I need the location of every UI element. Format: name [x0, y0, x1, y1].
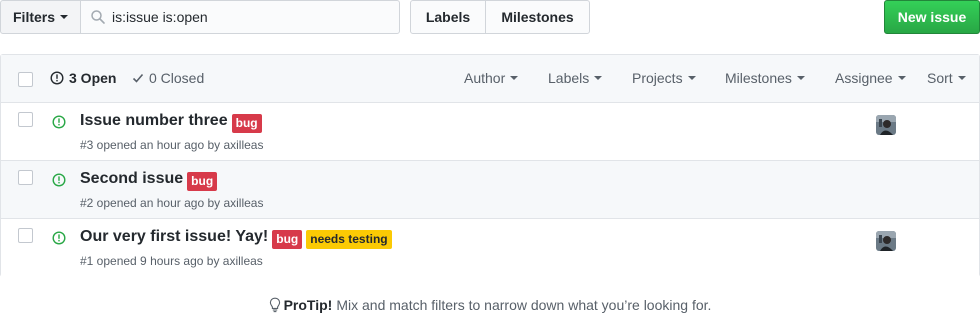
issues-list: 3 Open 0 Closed Author Labels Projects M… [0, 54, 980, 277]
chevron-down-icon [510, 76, 519, 80]
projects-filter[interactable]: Projects [632, 70, 696, 86]
label-bug[interactable]: bug [272, 230, 303, 249]
closed-count: 0 Closed [149, 70, 205, 86]
issue-checkbox[interactable] [18, 112, 33, 127]
open-count: 3 Open [69, 70, 117, 86]
milestones-filter[interactable]: Milestones [725, 70, 805, 86]
issue-checkbox[interactable] [18, 170, 33, 185]
closed-issues-tab[interactable]: 0 Closed [132, 70, 204, 86]
open-issues-tab[interactable]: 3 Open [50, 70, 116, 86]
protip: ProTip! Mix and match filters to narrow … [0, 297, 980, 313]
issue-title-link[interactable]: Our very first issue! Yay! [80, 228, 268, 246]
search-icon [91, 10, 105, 24]
author-filter[interactable]: Author [464, 70, 519, 86]
milestones-button-label: Milestones [501, 9, 574, 25]
chevron-down-icon [796, 76, 805, 80]
issue-meta: #3 opened an hour ago by axilleas [80, 138, 264, 152]
issue-row: Issue number three bug #3 opened an hour… [1, 103, 979, 161]
label-bug[interactable]: bug [187, 172, 218, 191]
new-issue-button[interactable]: New issue [884, 0, 980, 34]
check-icon [132, 73, 144, 83]
label-needs-testing[interactable]: needs testing [306, 230, 392, 249]
issue-opened-icon [52, 231, 66, 245]
issue-opened-icon [50, 71, 64, 85]
labels-filter-label: Labels [548, 70, 590, 86]
chevron-down-icon [594, 76, 603, 80]
filters-button[interactable]: Filters [0, 0, 81, 34]
light-bulb-icon [269, 297, 280, 313]
protip-label: ProTip! [283, 297, 333, 313]
issue-opened-icon [52, 173, 66, 187]
issue-opened-icon [52, 115, 66, 129]
assignee-filter[interactable]: Assignee [835, 70, 906, 86]
chevron-down-icon [687, 76, 696, 80]
assignee-avatar[interactable] [876, 115, 896, 135]
chevron-down-icon [897, 76, 906, 80]
projects-filter-label: Projects [632, 70, 683, 86]
chevron-down-icon [957, 76, 966, 80]
issue-title-link[interactable]: Issue number three [80, 112, 228, 130]
issue-checkbox[interactable] [18, 228, 33, 243]
chevron-down-icon [60, 15, 69, 19]
labels-button-label: Labels [425, 9, 471, 25]
protip-text: Mix and match filters to narrow down wha… [336, 297, 712, 313]
search-field[interactable] [80, 0, 400, 34]
new-issue-label: New issue [897, 9, 967, 25]
author-filter-label: Author [464, 70, 506, 86]
issues-list-header: 3 Open 0 Closed Author Labels Projects M… [1, 55, 979, 103]
assignee-avatar[interactable] [876, 231, 896, 251]
sort-filter-label: Sort [927, 70, 953, 86]
search-input[interactable] [112, 9, 392, 25]
labels-filter[interactable]: Labels [548, 70, 603, 86]
issue-meta: #1 opened 9 hours ago by axilleas [80, 254, 263, 268]
sort-filter[interactable]: Sort [927, 70, 966, 86]
issue-row: Our very first issue! Yay! bug needs tes… [1, 219, 979, 277]
select-all-checkbox[interactable] [18, 72, 33, 87]
milestones-filter-label: Milestones [725, 70, 792, 86]
issue-meta: #2 opened an hour ago by axilleas [80, 196, 264, 210]
issue-row: Second issue bug #2 opened an hour ago b… [1, 161, 979, 219]
assignee-filter-label: Assignee [835, 70, 893, 86]
filters-label: Filters [13, 9, 56, 25]
issue-title-link[interactable]: Second issue [80, 170, 183, 188]
labels-button[interactable]: Labels [410, 0, 486, 34]
milestones-button[interactable]: Milestones [485, 0, 590, 34]
label-bug[interactable]: bug [231, 114, 262, 133]
